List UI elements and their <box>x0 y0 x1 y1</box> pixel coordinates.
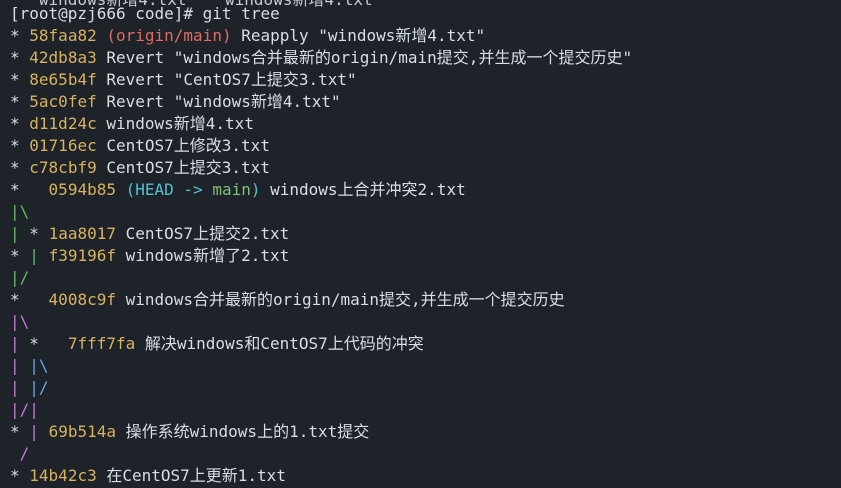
graph-star: * <box>10 180 20 199</box>
ref-branch: main <box>212 180 251 199</box>
commit-message: 解决windows和CentOS7上代码的冲突 <box>135 334 424 353</box>
graph-pipe: | <box>10 378 20 397</box>
graph-line: | |\ <box>10 355 49 377</box>
graph-line: | |/ <box>10 377 49 399</box>
graph-star: * <box>29 334 39 353</box>
graph-pipe: | <box>29 246 39 265</box>
graph-pipe-join: |/| <box>10 400 39 419</box>
graph-star: * <box>10 114 20 133</box>
graph-merge-join: |/ <box>29 378 49 397</box>
commit-hash: f39196f <box>48 246 116 265</box>
graph-star: * <box>10 92 20 111</box>
log-line: * c78cbf9 CentOS7上提交3.txt <box>10 157 270 179</box>
graph-star: * <box>10 70 20 89</box>
commit-message: Revert "windows合并最新的origin/main提交,并生成一个提… <box>96 48 633 67</box>
commit-message: Revert "CentOS7上提交3.txt" <box>96 70 357 89</box>
commit-message: Revert "windows新增4.txt" <box>96 92 341 111</box>
graph-merge-join: |/ <box>10 268 30 287</box>
graph-pipe: | <box>10 334 20 353</box>
commit-hash: 69b514a <box>48 422 116 441</box>
graph-line: |\ <box>10 201 29 223</box>
graph-star: * <box>10 422 20 441</box>
commit-message: Reapply "windows新增4.txt" <box>231 26 486 45</box>
graph-star: * <box>10 48 20 67</box>
commit-hash: d11d24c <box>29 114 97 133</box>
commit-message: 在CentOS7上更新1.txt <box>96 466 286 485</box>
commit-hash: 14b42c3 <box>29 466 97 485</box>
log-line: * 0594b85 (HEAD -> main) windows上合并冲突2.t… <box>10 179 466 201</box>
graph-pipe: | <box>10 224 20 243</box>
commit-hash: 1aa8017 <box>48 224 116 243</box>
commit-message: CentOS7上提交2.txt <box>116 224 290 243</box>
commit-hash: 01716ec <box>29 136 97 155</box>
commit-message: CentOS7上提交3.txt <box>96 158 270 177</box>
commit-hash: 4008c9f <box>48 290 116 309</box>
graph-line: |/ <box>10 267 29 289</box>
graph-merge-branch: |\ <box>10 312 30 331</box>
graph-merge-branch: |\ <box>10 202 30 221</box>
graph-line: |\ <box>10 311 29 333</box>
commit-message: windows新增了2.txt <box>116 246 290 265</box>
commit-hash: c78cbf9 <box>29 158 97 177</box>
ref-open: ( <box>115 180 136 199</box>
graph-star: * <box>10 466 20 485</box>
command-prompt: [root@pzj666 code]# git tree <box>10 3 280 25</box>
log-line: * d11d24c windows新增4.txt <box>10 113 254 135</box>
graph-line: / <box>10 443 30 465</box>
graph-pipe: | <box>10 356 20 375</box>
commit-hash: 5ac0fef <box>29 92 97 111</box>
log-line: * 8e65b4f Revert "CentOS7上提交3.txt" <box>10 69 357 91</box>
log-line: * 5ac0fef Revert "windows新增4.txt" <box>10 91 341 113</box>
graph-star: * <box>10 26 20 45</box>
graph-star: * <box>10 136 20 155</box>
graph-star: * <box>10 290 20 309</box>
commit-message: CentOS7上修改3.txt <box>96 136 270 155</box>
graph-merge-branch: |\ <box>29 356 49 375</box>
commit-hash: 8e65b4f <box>29 70 97 89</box>
graph-pipe: | <box>29 422 39 441</box>
commit-hash: 0594b85 <box>48 180 116 199</box>
log-line: * 42db8a3 Revert "windows合并最新的origin/mai… <box>10 47 632 69</box>
log-line: | * 1aa8017 CentOS7上提交2.txt <box>10 223 289 245</box>
log-line: * | f39196f windows新增了2.txt <box>10 245 289 267</box>
commit-message: windows上合并冲突2.txt <box>260 180 466 199</box>
commit-message: 操作系统windows上的1.txt提交 <box>116 422 370 441</box>
graph-slash: / <box>19 444 30 463</box>
commit-hash: 42db8a3 <box>29 48 97 67</box>
graph-line: |/| <box>10 399 39 421</box>
log-line: * 01716ec CentOS7上修改3.txt <box>10 135 270 157</box>
log-line: * | 69b514a 操作系统windows上的1.txt提交 <box>10 421 369 443</box>
log-line: * 14b42c3 在CentOS7上更新1.txt <box>10 465 286 487</box>
ref-origin: origin/main <box>115 26 222 45</box>
prompt-text: [root@pzj666 code]# git tree <box>10 4 280 23</box>
log-line: * 4008c9f windows合并最新的origin/main提交,并生成一… <box>10 289 565 311</box>
commit-hash: 58faa82 <box>29 26 97 45</box>
log-line: * 58faa82 (origin/main) Reapply "windows… <box>10 25 485 47</box>
terminal-window[interactable]: "windows新增4.txt" "windows新增4.txt" [root@… <box>0 0 841 488</box>
graph-star: * <box>29 224 39 243</box>
commit-message: windows合并最新的origin/main提交,并生成一个提交历史 <box>115 290 565 309</box>
graph-star: * <box>10 158 20 177</box>
commit-hash: 7fff7fa <box>67 334 136 353</box>
ref-close: ) <box>221 26 232 45</box>
log-line: | * 7fff7fa 解决windows和CentOS7上代码的冲突 <box>10 333 424 355</box>
commit-message: windows新增4.txt <box>96 114 254 133</box>
graph-star: * <box>10 246 20 265</box>
ref-head: HEAD -> <box>135 180 213 199</box>
ref-open: ( <box>96 26 116 45</box>
